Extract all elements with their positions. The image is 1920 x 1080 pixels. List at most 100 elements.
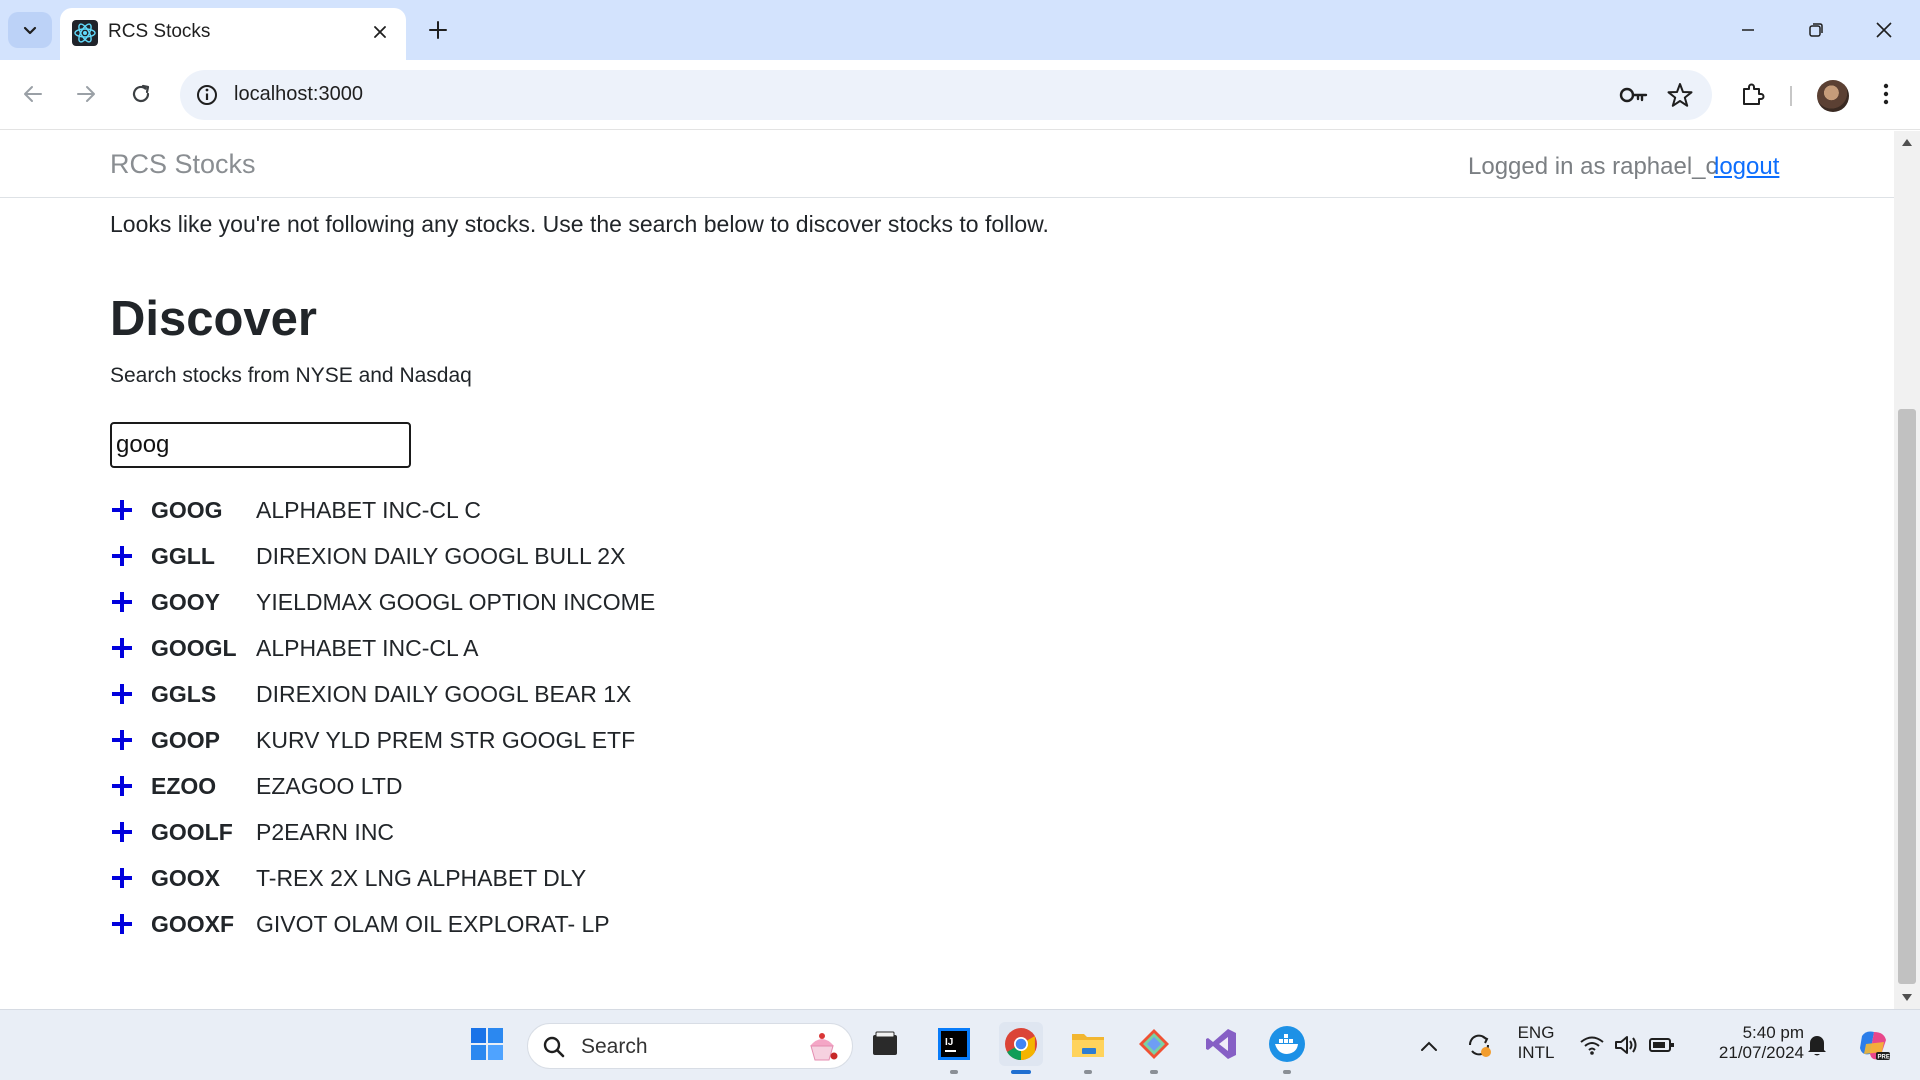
restore-button[interactable] [1796, 12, 1836, 48]
plus-icon[interactable] [110, 682, 134, 706]
logout-link[interactable]: logout [1714, 153, 1779, 181]
page-viewport: RCS Stocks Logged in as raphael_c logout… [0, 131, 1894, 1009]
svg-text:IJ: IJ [945, 1037, 953, 1048]
battery-button[interactable] [1648, 1031, 1676, 1059]
minimize-button[interactable] [1728, 12, 1768, 48]
address-bar[interactable]: localhost:3000 [180, 70, 1712, 120]
extensions-button[interactable] [1735, 76, 1771, 112]
running-indicator [950, 1070, 958, 1074]
stock-symbol: GGLL [151, 543, 215, 569]
info-icon[interactable] [194, 82, 220, 108]
folder-icon [1072, 1034, 1104, 1057]
back-button[interactable] [13, 74, 53, 114]
network-button[interactable] [1578, 1031, 1606, 1059]
search-result-row: GOOX T-REX 2X LNG ALPHABET DLY [110, 858, 810, 898]
language-indicator[interactable]: ENG INTL [1508, 1023, 1564, 1063]
app-navbar: RCS Stocks Logged in as raphael_c logout [0, 131, 1894, 198]
browser-tab[interactable]: RCS Stocks [60, 8, 406, 60]
scroll-thumb[interactable] [1898, 409, 1916, 984]
taskbar-app-docker[interactable] [1265, 1022, 1309, 1074]
browser-toolbar: localhost:3000 [0, 60, 1920, 130]
volume-button[interactable] [1612, 1031, 1640, 1059]
company-name: DIREXION DAILY GOOGL BULL 2X [256, 543, 626, 569]
plus-icon[interactable] [110, 866, 134, 890]
company-name: GIVOT OLAM OIL EXPLORAT- LP [256, 911, 610, 937]
star-icon[interactable] [1666, 81, 1694, 109]
plus-icon[interactable] [110, 912, 134, 936]
stock-symbol: GOOGL [151, 635, 237, 661]
taskbar-search-label: Search [581, 1035, 648, 1058]
no-stocks-notice: Looks like you're not following any stoc… [110, 211, 1049, 237]
plus-icon[interactable] [110, 590, 134, 614]
company-name: T-REX 2X LNG ALPHABET DLY [256, 865, 587, 891]
app-brand[interactable]: RCS Stocks [110, 149, 256, 180]
company-name: KURV YLD PREM STR GOOGL ETF [256, 727, 636, 753]
forward-button[interactable] [66, 74, 106, 114]
stock-search-input[interactable] [110, 422, 411, 468]
docker-icon [1269, 1026, 1305, 1062]
search-result-row: EZOO EZAGOO LTD [110, 766, 810, 806]
company-name: P2EARN INC [256, 819, 395, 845]
plus-icon[interactable] [110, 636, 134, 660]
profile-avatar[interactable] [1817, 80, 1849, 112]
taskbar-app-git[interactable] [1132, 1022, 1176, 1074]
tab-search-button[interactable] [8, 12, 52, 48]
company-name: ALPHABET INC-CL C [256, 497, 481, 523]
search-result-row: GOOGL ALPHABET INC-CL A [110, 628, 810, 668]
notifications-button[interactable] [1803, 1031, 1831, 1059]
windows-taskbar: Search IJ ENG INTL 5:40 pm 21/07/2024 PR… [0, 1009, 1920, 1080]
toolbar-divider [1790, 86, 1792, 106]
plus-icon[interactable] [110, 774, 134, 798]
page-scrollbar[interactable] [1894, 131, 1920, 1009]
copilot-button[interactable]: PRE [1856, 1028, 1892, 1064]
plus-icon[interactable] [110, 820, 134, 844]
scroll-down-arrow[interactable] [1902, 994, 1912, 1001]
start-button[interactable] [465, 1022, 509, 1066]
speaker-icon [1615, 1036, 1637, 1054]
close-icon [374, 26, 386, 38]
key-icon[interactable] [1618, 82, 1648, 108]
visual-studio-icon [1206, 1029, 1236, 1059]
search-icon [543, 1036, 565, 1058]
scroll-up-arrow[interactable] [1902, 139, 1912, 146]
sync-icon [1468, 1034, 1491, 1057]
taskbar-app-chrome[interactable] [999, 1022, 1043, 1074]
taskbar-app-visual-studio[interactable] [1199, 1022, 1243, 1066]
plus-icon[interactable] [110, 544, 134, 568]
search-result-row: GOOLF P2EARN INC [110, 812, 810, 852]
stock-symbol: GOOY [151, 589, 221, 615]
copilot-icon: PRE [1860, 1031, 1890, 1061]
company-name: EZAGOO LTD [256, 773, 403, 799]
plus-icon[interactable] [110, 728, 134, 752]
tab-title: RCS Stocks [108, 21, 211, 42]
taskbar-app-intellij[interactable]: IJ [932, 1022, 976, 1074]
taskbar-app-notes[interactable] [863, 1022, 907, 1066]
plus-icon[interactable] [110, 498, 134, 522]
reload-button[interactable] [121, 74, 161, 114]
windows-logo-icon [471, 1028, 503, 1060]
taskbar-search[interactable]: Search [527, 1023, 853, 1069]
more-vertical-icon [1883, 83, 1889, 105]
language-code: ENG [1517, 1023, 1555, 1042]
close-window-button[interactable] [1864, 12, 1904, 48]
taskbar-app-explorer[interactable] [1066, 1022, 1110, 1074]
page-title: Discover [110, 292, 318, 346]
stock-symbol: GOOG [151, 497, 223, 523]
tab-close-button[interactable] [366, 18, 394, 46]
search-result-row: GGLL DIREXION DAILY GOOGL BULL 2X [110, 536, 810, 576]
browser-menu-button[interactable] [1868, 76, 1904, 112]
clock[interactable]: 5:40 pm 21/07/2024 [1696, 1023, 1804, 1063]
keyboard-layout: INTL [1517, 1043, 1555, 1062]
chrome-icon [1005, 1028, 1037, 1060]
show-hidden-icons-button[interactable] [1415, 1032, 1443, 1060]
close-icon [1876, 22, 1892, 38]
diamond-app-icon [1139, 1029, 1169, 1059]
url-text[interactable]: localhost:3000 [234, 83, 363, 106]
sync-status-button[interactable] [1465, 1031, 1493, 1059]
search-result-row: GOOY YIELDMAX GOOGL OPTION INCOME [110, 582, 810, 622]
wifi-icon [1580, 1036, 1604, 1055]
stock-symbol: EZOO [151, 773, 217, 799]
company-name: DIREXION DAILY GOOGL BEAR 1X [256, 681, 632, 707]
intellij-icon: IJ [938, 1028, 970, 1060]
new-tab-button[interactable] [422, 14, 454, 46]
